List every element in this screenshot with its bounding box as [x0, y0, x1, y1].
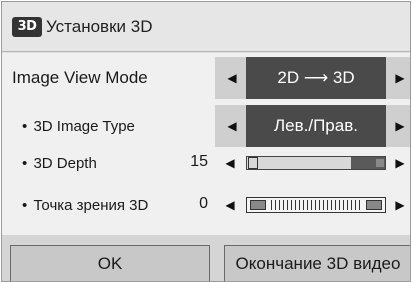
depth-slider-knob[interactable]: [248, 157, 258, 169]
arrow-left-icon[interactable]: ◀: [225, 119, 239, 133]
arrow-right-icon[interactable]: ▶: [393, 198, 407, 212]
row-image-view-mode[interactable]: Image View Mode ◀ 2D ⟶ 3D ▶: [2, 57, 410, 99]
arrow-left-icon[interactable]: ◀: [223, 156, 237, 170]
dialog-header: 3D Установки 3D: [2, 2, 410, 52]
image-type-label-text: 3D Image Type: [33, 117, 135, 135]
dialog-footer: OK Окончание 3D видео: [2, 235, 410, 281]
depth-label-text: 3D Depth: [33, 154, 97, 172]
image-type-value: Лев./Прав.: [246, 105, 386, 147]
depth-slider-end: [376, 159, 384, 167]
end-3d-video-button[interactable]: Окончание 3D видео: [224, 245, 410, 281]
image-view-mode-label: Image View Mode: [12, 68, 148, 87]
dialog-body: Image View Mode ◀ 2D ⟶ 3D ▶ • 3D Image T…: [2, 53, 410, 235]
arrow-right-icon[interactable]: ▶: [393, 119, 407, 133]
image-view-mode-value: 2D ⟶ 3D: [246, 57, 386, 99]
arrow-right-icon[interactable]: ▶: [393, 71, 407, 85]
bullet: •: [22, 196, 28, 214]
bullet: •: [22, 154, 28, 172]
viewpoint-label-text: Точка зрения 3D: [33, 196, 149, 214]
viewpoint-label: • Точка зрения 3D: [22, 197, 148, 214]
dialog-title: Установки 3D: [46, 16, 153, 36]
ok-button[interactable]: OK: [10, 245, 210, 281]
viewpoint-slider[interactable]: [246, 197, 386, 213]
viewpoint-ticks: [271, 200, 361, 210]
arrow-right-icon[interactable]: ▶: [393, 156, 407, 170]
row-3d-image-type[interactable]: • 3D Image Type ◀ Лев./Прав. ▶: [2, 105, 410, 147]
3d-icon: 3D: [12, 16, 42, 37]
viewpoint-value: 0: [199, 195, 208, 212]
image-type-label: • 3D Image Type: [22, 118, 135, 135]
row-3d-viewpoint[interactable]: • Точка зрения 3D 0 ◀ ▶: [2, 193, 410, 217]
row-3d-depth[interactable]: • 3D Depth 15 ◀ ▶: [2, 151, 410, 175]
settings-3d-dialog: 3D Установки 3D Image View Mode ◀ 2D ⟶ 3…: [1, 1, 411, 282]
viewpoint-right-marker: [366, 200, 382, 210]
depth-slider-fill: [247, 157, 351, 169]
depth-value: 15: [190, 153, 208, 170]
arrow-left-icon[interactable]: ◀: [225, 71, 239, 85]
bullet: •: [22, 117, 28, 135]
viewpoint-left-marker: [250, 200, 266, 210]
depth-slider[interactable]: [246, 156, 386, 170]
arrow-left-icon[interactable]: ◀: [223, 198, 237, 212]
depth-label: • 3D Depth: [22, 155, 97, 172]
